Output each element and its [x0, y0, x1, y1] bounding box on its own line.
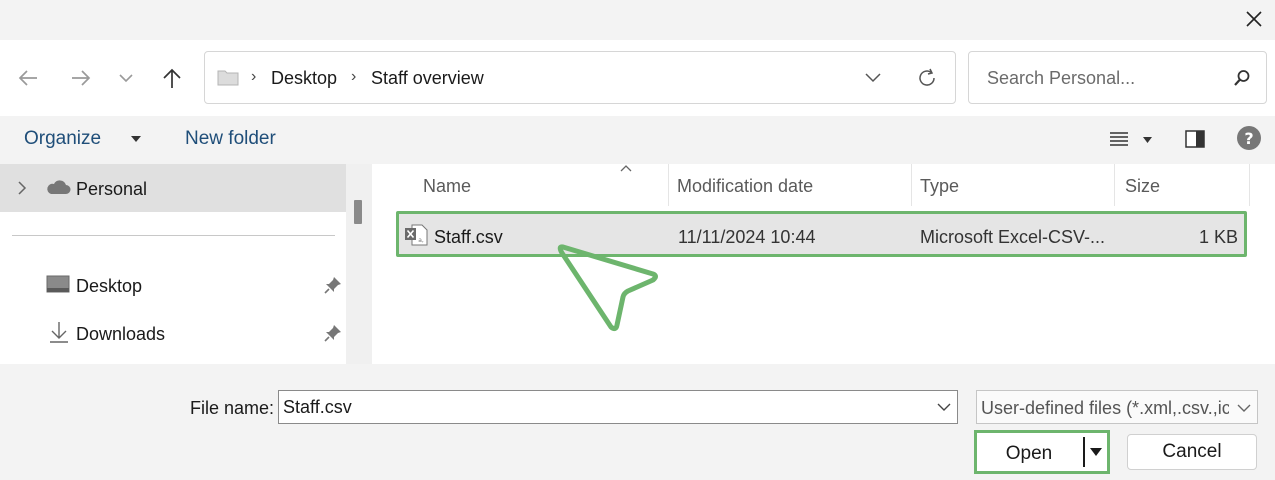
up-button[interactable] — [152, 58, 192, 98]
file-modified-cell: 11/11/2024 10:44 — [678, 227, 816, 247]
arrow-right-icon — [72, 70, 91, 86]
file-list: Name Modification date Type Size a, Staf… — [372, 164, 1275, 364]
sidebar-item-label: Downloads — [76, 324, 166, 344]
column-header-name[interactable]: Name — [423, 176, 471, 197]
open-options-button[interactable] — [1085, 433, 1107, 471]
caret-down-icon — [1090, 448, 1102, 456]
file-name-input[interactable] — [283, 396, 923, 418]
chevron-down-icon — [865, 73, 881, 83]
file-size-cell: 1 KB — [1198, 227, 1238, 247]
search-box[interactable] — [968, 51, 1267, 104]
column-separator[interactable] — [911, 164, 912, 206]
address-row: › Desktop › Staff overview — [0, 40, 1275, 116]
cloud-icon — [47, 180, 71, 194]
column-separator[interactable] — [1114, 164, 1115, 206]
pin-icon[interactable] — [324, 276, 342, 294]
sidebar-item-label: Personal — [76, 179, 148, 199]
breadcrumb-separator: › — [251, 68, 257, 85]
search-input[interactable] — [987, 66, 1227, 90]
file-name-cell: Staff.csv — [434, 227, 503, 247]
list-view-icon — [1110, 132, 1128, 146]
preview-pane-button[interactable] — [1182, 127, 1208, 151]
forward-button[interactable] — [61, 58, 101, 98]
column-header-modified[interactable]: Modification date — [677, 176, 813, 197]
help-icon: ? — [1237, 126, 1261, 150]
sidebar-scrollbar[interactable] — [346, 164, 372, 364]
file-type-cell: Microsoft Excel-CSV-... — [920, 227, 1106, 247]
caret-down-icon — [131, 136, 141, 142]
breadcrumb-desktop[interactable]: Desktop — [271, 68, 337, 89]
svg-text:a,: a, — [418, 237, 424, 244]
breadcrumb-separator: › — [351, 68, 357, 85]
chevron-right-icon[interactable] — [17, 181, 27, 195]
close-button[interactable] — [1237, 2, 1271, 36]
address-bar[interactable]: › Desktop › Staff overview — [204, 51, 956, 104]
navigation-pane: Personal Desktop Downloads — [0, 164, 346, 364]
command-bar: Organize New folder ? — [0, 116, 1275, 164]
open-button-label: Open — [1005, 443, 1053, 464]
desktop-icon — [46, 275, 70, 293]
sidebar-item-personal[interactable]: Personal — [0, 164, 346, 212]
file-type-dropdown[interactable]: User-defined files (*.xml,.csv.,ic — [976, 390, 1258, 424]
pin-icon[interactable] — [324, 324, 342, 342]
help-button[interactable]: ? — [1236, 125, 1262, 151]
open-button[interactable]: Open — [974, 430, 1110, 474]
sidebar-item-label: Desktop — [76, 276, 143, 296]
column-separator[interactable] — [668, 164, 669, 206]
sort-ascending-icon — [620, 165, 632, 172]
refresh-button[interactable] — [913, 64, 941, 92]
organize-button[interactable]: Organize — [24, 128, 101, 150]
dialog-footer: File name: User-defined files (*.xml,.cs… — [0, 364, 1275, 480]
sidebar-item-downloads[interactable]: Downloads — [0, 314, 346, 352]
search-icon — [1234, 70, 1250, 86]
title-bar — [0, 0, 1275, 40]
breadcrumb-staff-overview[interactable]: Staff overview — [371, 68, 484, 89]
chevron-down-icon[interactable] — [937, 403, 951, 412]
back-button[interactable] — [8, 58, 48, 98]
preview-pane-icon — [1185, 130, 1205, 148]
arrow-up-icon — [163, 68, 181, 88]
cancel-button[interactable]: Cancel — [1127, 434, 1257, 470]
download-icon — [50, 322, 68, 343]
file-type-value: User-defined files (*.xml,.csv.,ic — [981, 398, 1231, 418]
file-type-arrow[interactable] — [1229, 391, 1257, 423]
address-history-button[interactable] — [861, 68, 885, 88]
recent-locations-button[interactable] — [106, 58, 146, 98]
file-name-label: File name: — [190, 398, 275, 418]
chevron-down-icon — [1237, 404, 1251, 412]
close-icon — [1246, 11, 1262, 27]
arrow-left-icon — [18, 70, 37, 86]
divider — [12, 235, 335, 236]
sidebar-item-desktop[interactable]: Desktop — [0, 266, 346, 304]
excel-csv-file-icon: a, — [405, 224, 428, 246]
column-header-type[interactable]: Type — [920, 176, 959, 197]
new-folder-button[interactable]: New folder — [185, 128, 276, 150]
chevron-down-icon — [119, 74, 133, 83]
view-options-button[interactable] — [1106, 128, 1156, 152]
svg-text:?: ? — [1244, 129, 1253, 148]
scrollbar-thumb[interactable] — [354, 200, 362, 224]
file-name-combobox[interactable] — [278, 390, 958, 424]
folder-icon — [217, 70, 239, 86]
caret-down-icon — [1143, 137, 1152, 143]
table-row[interactable]: a, Staff.csv 11/11/2024 10:44 Microsoft … — [396, 211, 1247, 257]
refresh-icon — [919, 68, 935, 86]
column-separator[interactable] — [1249, 164, 1250, 206]
column-header-size[interactable]: Size — [1125, 176, 1160, 197]
